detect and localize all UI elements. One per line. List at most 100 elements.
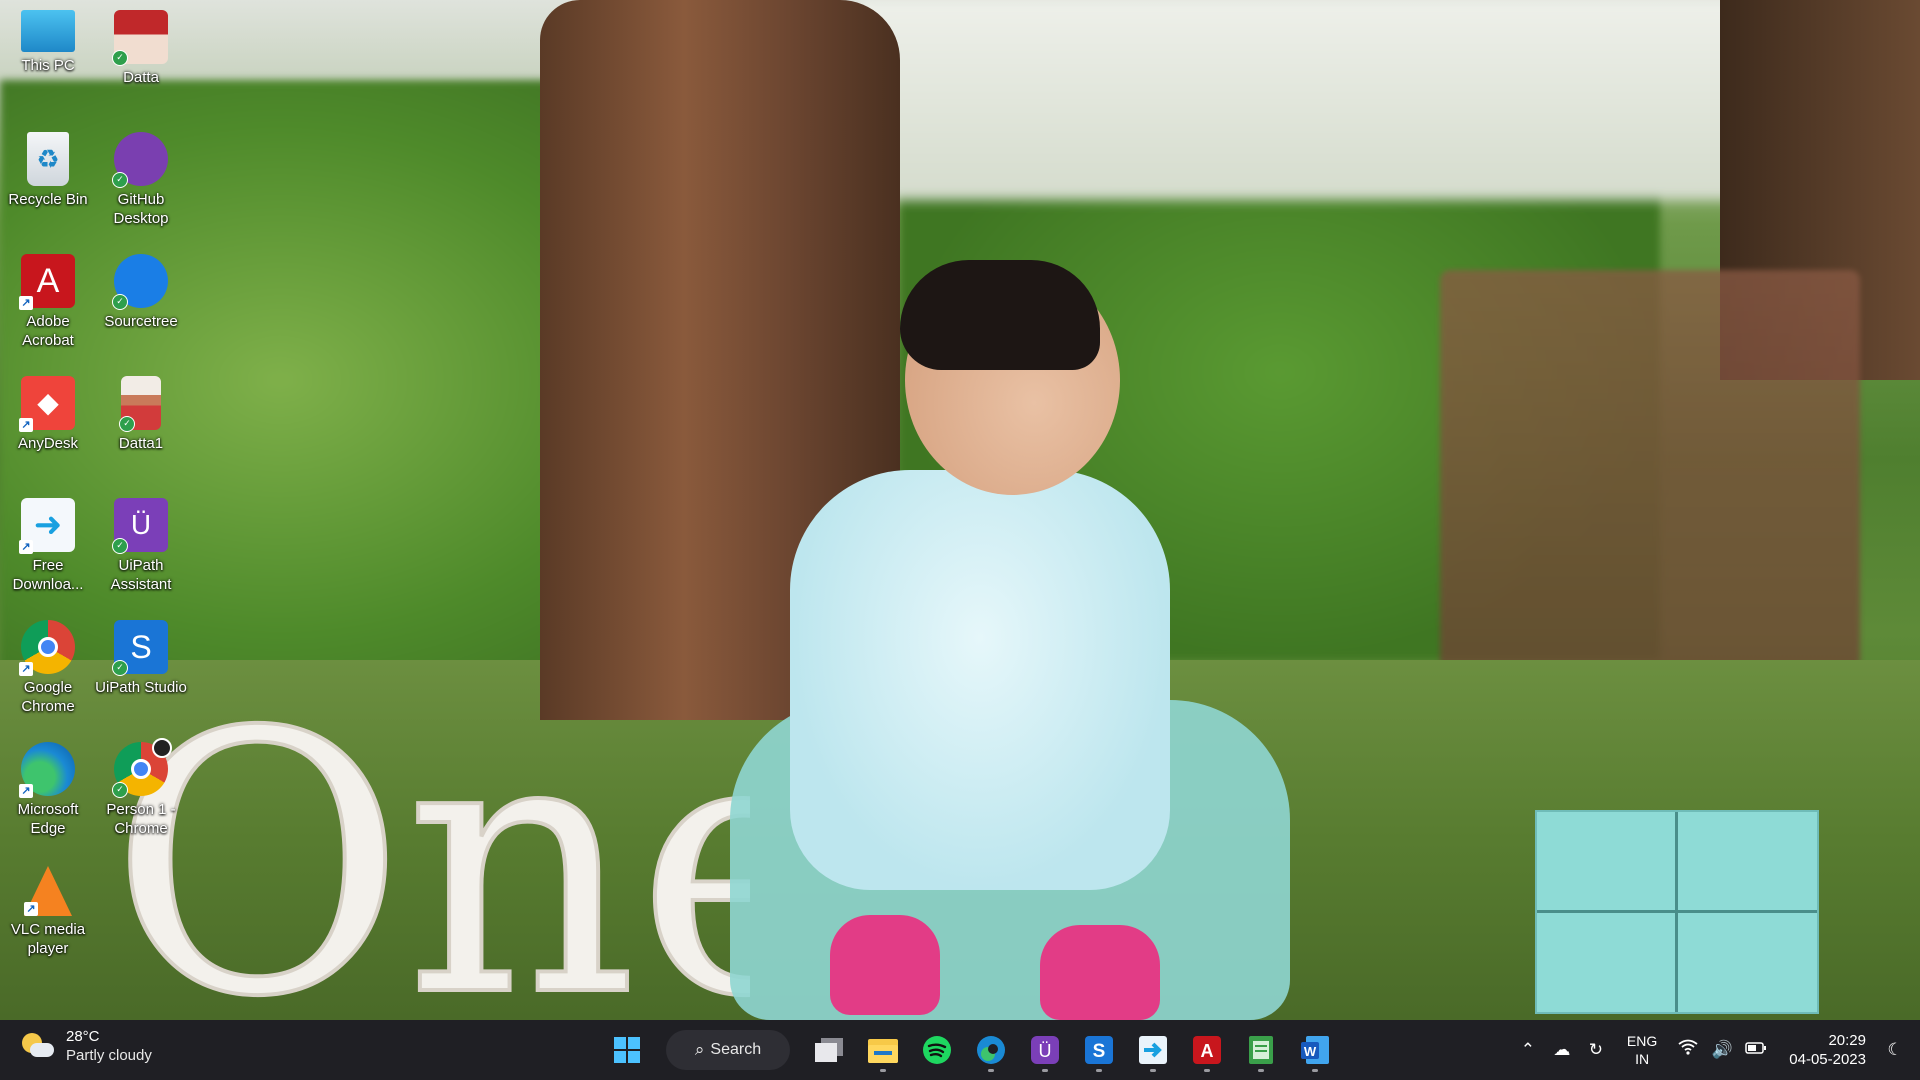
edge-icon: [977, 1036, 1005, 1064]
desktop-icon-free-download-manager[interactable]: ➜ ↗ Free Downloa...: [0, 492, 96, 594]
wallpaper-shoe-left: [830, 915, 940, 1015]
desktop-icon-label: Microsoft Edge: [17, 801, 79, 837]
wifi-icon[interactable]: [1677, 1039, 1699, 1061]
desktop-icon-label: Sourcetree: [104, 313, 178, 330]
running-indicator: [1150, 1069, 1156, 1072]
task-view-icon: [815, 1038, 843, 1062]
taskbar-apps: ⌕ Search Ü S A W: [600, 1028, 1342, 1072]
language-region: IN: [1635, 1051, 1650, 1067]
word-icon: W: [1301, 1036, 1329, 1064]
recycle-bin-icon: ♻: [27, 132, 69, 186]
taskbar-uipath-assistant[interactable]: Ü: [1023, 1028, 1067, 1072]
desktop-icon-adobe-acrobat[interactable]: A ↗ Adobe Acrobat: [0, 248, 96, 350]
wallpaper-bench: [1440, 270, 1860, 670]
desktop-icon-datta[interactable]: ✓ Datta: [93, 4, 189, 87]
desktop-icon-datta1[interactable]: ✓ Datta1: [93, 370, 189, 453]
sync-check-icon: ✓: [112, 782, 128, 798]
desktop-icon-label: Google Chrome: [21, 679, 75, 715]
shortcut-arrow-icon: ↗: [19, 296, 33, 310]
wallpaper-drawer: [1535, 810, 1819, 1014]
svg-text:Ü: Ü: [1039, 1041, 1052, 1061]
github-icon: ✓: [112, 132, 168, 188]
battery-icon[interactable]: [1745, 1039, 1767, 1061]
chevron-up-icon[interactable]: ⌃: [1517, 1039, 1539, 1061]
sync-check-icon: ✓: [112, 294, 128, 310]
language-code: ENG: [1626, 1033, 1658, 1049]
desktop-icon-github-desktop[interactable]: ✓ GitHub Desktop: [93, 126, 189, 228]
desktop-icon-label: Datta1: [118, 435, 164, 452]
task-view-button[interactable]: [807, 1028, 851, 1072]
desktop[interactable]: One This PC ✓ Datta ♻ Recycle Bin ✓ GitH…: [0, 0, 1920, 1020]
start-button[interactable]: [605, 1028, 649, 1072]
uipath-assistant-icon: Ü: [1031, 1036, 1059, 1064]
acrobat-icon: A: [1193, 1036, 1221, 1064]
weather-widget[interactable]: 28°C Partly cloudy: [20, 1028, 152, 1065]
monitor-icon: [21, 10, 75, 52]
desktop-icon-label: VLC media player: [10, 921, 86, 957]
taskbar: 28°C Partly cloudy ⌕ Search Ü S A W ⌃ ☁ …: [0, 1020, 1920, 1080]
desktop-icon-anydesk[interactable]: ◆ ↗ AnyDesk: [0, 370, 96, 453]
taskbar-file-explorer[interactable]: [861, 1028, 905, 1072]
taskbar-acrobat[interactable]: A: [1185, 1028, 1229, 1072]
language-indicator[interactable]: ENG IN: [1627, 1032, 1657, 1068]
desktop-icon-uipath-studio[interactable]: S ✓ UiPath Studio: [93, 614, 189, 697]
search-button[interactable]: ⌕ Search: [666, 1030, 790, 1070]
shortcut-arrow-icon: ↗: [19, 784, 33, 798]
desktop-icon-vlc[interactable]: ↗ VLC media player: [0, 858, 96, 958]
desktop-icon-sourcetree[interactable]: ✓ Sourcetree: [93, 248, 189, 331]
notifications-moon-icon[interactable]: ☾: [1884, 1039, 1906, 1061]
running-indicator: [1312, 1069, 1318, 1072]
desktop-icon-label: Free Downloa...: [12, 557, 84, 593]
partly-cloudy-icon: [20, 1031, 56, 1063]
wallpaper-one-text: One: [110, 690, 750, 1020]
desktop-icon-uipath-assistant[interactable]: Ü ✓ UiPath Assistant: [93, 492, 189, 594]
desktop-icon-this-pc[interactable]: This PC: [0, 4, 96, 75]
photo-icon: ✓: [119, 376, 161, 432]
running-indicator: [988, 1069, 994, 1072]
anydesk-icon: ◆ ↗: [19, 376, 75, 432]
onedrive-cloud-icon[interactable]: ☁: [1551, 1039, 1573, 1061]
volume-icon[interactable]: 🔊: [1711, 1039, 1733, 1061]
desktop-icon-label: GitHub Desktop: [113, 191, 169, 227]
taskbar-free-download-manager[interactable]: [1131, 1028, 1175, 1072]
sourcetree-icon: ✓: [112, 254, 168, 310]
sync-check-icon: ✓: [112, 172, 128, 188]
search-label: Search: [710, 1041, 762, 1058]
notepad-icon: [1249, 1036, 1273, 1064]
desktop-icon-person1-chrome[interactable]: ✓ Person 1 - Chrome: [93, 736, 189, 838]
desktop-icon-google-chrome[interactable]: ↗ Google Chrome: [0, 614, 96, 716]
sync-check-icon: ✓: [112, 538, 128, 554]
vlc-icon: ↗: [24, 866, 72, 916]
spotify-icon: [923, 1036, 951, 1064]
clock[interactable]: 20:29 04-05-2023: [1789, 1031, 1866, 1069]
weather-condition: Partly cloudy: [66, 1047, 152, 1064]
desktop-icon-recycle-bin[interactable]: ♻ Recycle Bin: [0, 126, 96, 209]
system-tray: ⌃ ☁ ↻ ENG IN 🔊 20:29 04-05-2023 ☾: [1511, 1020, 1920, 1080]
desktop-icon-label: Recycle Bin: [8, 191, 88, 208]
desktop-icon-microsoft-edge[interactable]: ↗ Microsoft Edge: [0, 736, 96, 838]
shortcut-arrow-icon: ↗: [19, 662, 33, 676]
svg-text:W: W: [1304, 1044, 1317, 1059]
search-icon: ⌕: [694, 1040, 705, 1059]
wallpaper-shoe-right: [1040, 925, 1160, 1020]
uipath-studio-icon: S ✓: [112, 620, 168, 676]
taskbar-edge[interactable]: [969, 1028, 1013, 1072]
free-download-manager-icon: [1139, 1036, 1167, 1064]
acrobat-icon: A ↗: [19, 254, 75, 310]
chrome-profile-icon: ✓: [112, 738, 172, 798]
file-explorer-icon: [868, 1039, 898, 1063]
desktop-icon-label: UiPath Studio: [95, 679, 187, 696]
uipath-assistant-icon: Ü ✓: [112, 498, 168, 554]
desktop-icon-label: Person 1 - Chrome: [106, 801, 176, 837]
desktop-icon-label: Datta: [123, 69, 159, 86]
sync-check-icon: ✓: [119, 416, 135, 432]
running-indicator: [880, 1069, 886, 1072]
taskbar-notepad[interactable]: [1239, 1028, 1283, 1072]
desktop-icon-label: UiPath Assistant: [110, 557, 172, 593]
taskbar-word[interactable]: W: [1293, 1028, 1337, 1072]
sync-icon[interactable]: ↻: [1585, 1039, 1607, 1061]
taskbar-spotify[interactable]: [915, 1028, 959, 1072]
taskbar-uipath-studio[interactable]: S: [1077, 1028, 1121, 1072]
sync-check-icon: ✓: [112, 50, 128, 66]
clock-time: 20:29: [1828, 1032, 1866, 1049]
